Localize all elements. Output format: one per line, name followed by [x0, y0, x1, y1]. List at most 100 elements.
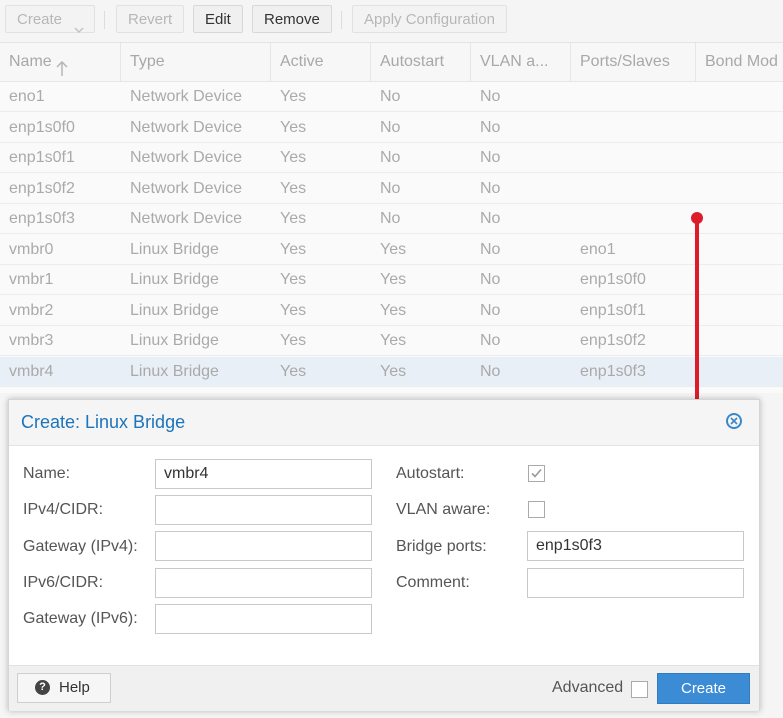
ipv4-cidr-field[interactable]: [155, 495, 372, 525]
column-header-active[interactable]: Active: [271, 43, 371, 81]
table-row[interactable]: vmbr2 Linux Bridge Yes Yes No enp1s0f1: [0, 295, 783, 326]
cell-type: Linux Bridge: [130, 362, 219, 380]
network-grid: Name Type Active Autostart VLAN a... Por…: [0, 43, 783, 393]
table-row[interactable]: vmbr0 Linux Bridge Yes Yes No eno1: [0, 234, 783, 265]
cell-ports: enp1s0f3: [580, 362, 646, 380]
question-icon: ?: [35, 680, 50, 695]
name-label: Name:: [23, 465, 71, 482]
comment-field[interactable]: [527, 568, 744, 598]
apply-configuration-button[interactable]: Apply Configuration: [352, 5, 507, 33]
gateway-ipv4-field[interactable]: [155, 531, 372, 561]
cell-ports: eno1: [580, 240, 616, 258]
edit-button[interactable]: Edit: [193, 5, 243, 33]
help-button[interactable]: ? Help: [17, 673, 111, 703]
autostart-label: Autostart:: [396, 465, 465, 482]
cell-vlan: No: [480, 271, 501, 288]
dialog-header: Create: Linux Bridge: [9, 400, 759, 446]
advanced-checkbox[interactable]: [631, 681, 648, 698]
sort-ascending-icon: [56, 54, 68, 81]
cell-vlan: No: [480, 240, 501, 258]
cell-name: eno1: [9, 88, 45, 105]
column-header-autostart[interactable]: Autostart: [371, 43, 471, 81]
ipv6-cidr-field[interactable]: [155, 568, 372, 598]
cell-type: Linux Bridge: [130, 271, 219, 288]
cell-autostart: No: [380, 88, 401, 105]
cell-type: Network Device: [130, 179, 243, 197]
cell-name: vmbr0: [9, 240, 54, 258]
toolbar: Create Revert Edit Remove Apply Configur…: [0, 0, 783, 43]
advanced-label: Advanced: [552, 679, 624, 696]
create-label: Create: [17, 11, 63, 28]
column-header-name-label: Name: [9, 53, 52, 70]
toolbar-separator: [341, 11, 342, 29]
cell-autostart: No: [380, 210, 401, 227]
table-row[interactable]: vmbr4 Linux Bridge Yes Yes No enp1s0f3: [0, 356, 783, 387]
cell-autostart: Yes: [380, 332, 407, 349]
gateway-ipv6-label: Gateway (IPv6):: [23, 610, 138, 627]
cell-ports: [571, 113, 696, 143]
name-field[interactable]: vmbr4: [155, 459, 372, 489]
cell-name: enp1s0f1: [9, 149, 75, 166]
cell-type: Linux Bridge: [130, 240, 219, 258]
table-row[interactable]: enp1s0f0 Network Device Yes No No: [0, 112, 783, 143]
create-button[interactable]: Create: [657, 673, 750, 704]
create-menu-button[interactable]: Create: [5, 5, 95, 34]
cell-ports: enp1s0f0: [580, 271, 646, 288]
revert-button[interactable]: Revert: [116, 5, 185, 33]
cell-vlan: No: [480, 362, 501, 380]
cell-ports: [571, 143, 696, 173]
cell-active: Yes: [280, 362, 307, 380]
cell-type: Linux Bridge: [130, 301, 219, 319]
cell-active: Yes: [280, 210, 307, 227]
cell-type: Network Device: [130, 149, 243, 166]
cell-active: Yes: [280, 179, 307, 197]
cell-autostart: Yes: [380, 362, 407, 380]
cell-ports: [571, 82, 696, 112]
create-linux-bridge-dialog: Create: Linux Bridge Name: vmbr4 IPv4/CI…: [8, 399, 760, 711]
table-row[interactable]: enp1s0f3 Network Device Yes No No: [0, 204, 783, 234]
table-row[interactable]: enp1s0f1 Network Device Yes No No: [0, 143, 783, 173]
cell-type: Linux Bridge: [130, 332, 219, 349]
comment-label: Comment:: [396, 574, 470, 591]
vlan-aware-label: VLAN aware:: [396, 501, 491, 518]
dialog-title: Create: Linux Bridge: [21, 412, 186, 432]
cell-autostart: No: [380, 118, 401, 136]
checkmark-icon: [531, 468, 542, 478]
cell-type: Network Device: [130, 118, 243, 136]
column-header-bond-mode[interactable]: Bond Mod: [696, 43, 783, 81]
cell-ports: [571, 204, 696, 234]
autostart-checkbox[interactable]: [528, 465, 545, 482]
column-header-ports-slaves[interactable]: Ports/Slaves: [571, 43, 696, 81]
cell-vlan: No: [480, 149, 501, 166]
remove-button[interactable]: Remove: [252, 5, 332, 33]
cell-active: Yes: [280, 240, 307, 258]
grid-header: Name Type Active Autostart VLAN a... Por…: [0, 43, 783, 82]
bridge-ports-field[interactable]: enp1s0f3: [527, 531, 744, 561]
ipv4-cidr-label: IPv4/CIDR:: [23, 501, 104, 518]
bridge-ports-label: Bridge ports:: [396, 538, 487, 555]
column-header-name[interactable]: Name: [0, 43, 121, 81]
gateway-ipv4-label: Gateway (IPv4):: [23, 538, 138, 555]
table-row[interactable]: vmbr3 Linux Bridge Yes Yes No enp1s0f2: [0, 326, 783, 356]
cell-vlan: No: [480, 179, 501, 197]
table-row[interactable]: enp1s0f2 Network Device Yes No No: [0, 173, 783, 204]
cell-name: enp1s0f0: [9, 118, 75, 136]
table-row[interactable]: vmbr1 Linux Bridge Yes Yes No enp1s0f0: [0, 265, 783, 295]
cell-active: Yes: [280, 149, 307, 166]
close-icon[interactable]: [726, 413, 742, 429]
cell-ports: enp1s0f1: [580, 301, 646, 319]
cell-ports: enp1s0f2: [580, 332, 646, 349]
annotation-dot-top: [691, 212, 703, 224]
column-header-type[interactable]: Type: [121, 43, 271, 81]
cell-name: vmbr1: [9, 271, 54, 288]
cell-autostart: No: [380, 149, 401, 166]
vlan-aware-checkbox[interactable]: [528, 501, 545, 518]
toolbar-separator: [104, 11, 105, 29]
cell-active: Yes: [280, 88, 307, 105]
cell-active: Yes: [280, 118, 307, 136]
gateway-ipv6-field[interactable]: [155, 604, 372, 634]
cell-autostart: Yes: [380, 301, 407, 319]
table-row[interactable]: eno1 Network Device Yes No No: [0, 82, 783, 112]
column-header-vlan-aware[interactable]: VLAN a...: [471, 43, 571, 81]
cell-name: vmbr4: [9, 362, 54, 380]
